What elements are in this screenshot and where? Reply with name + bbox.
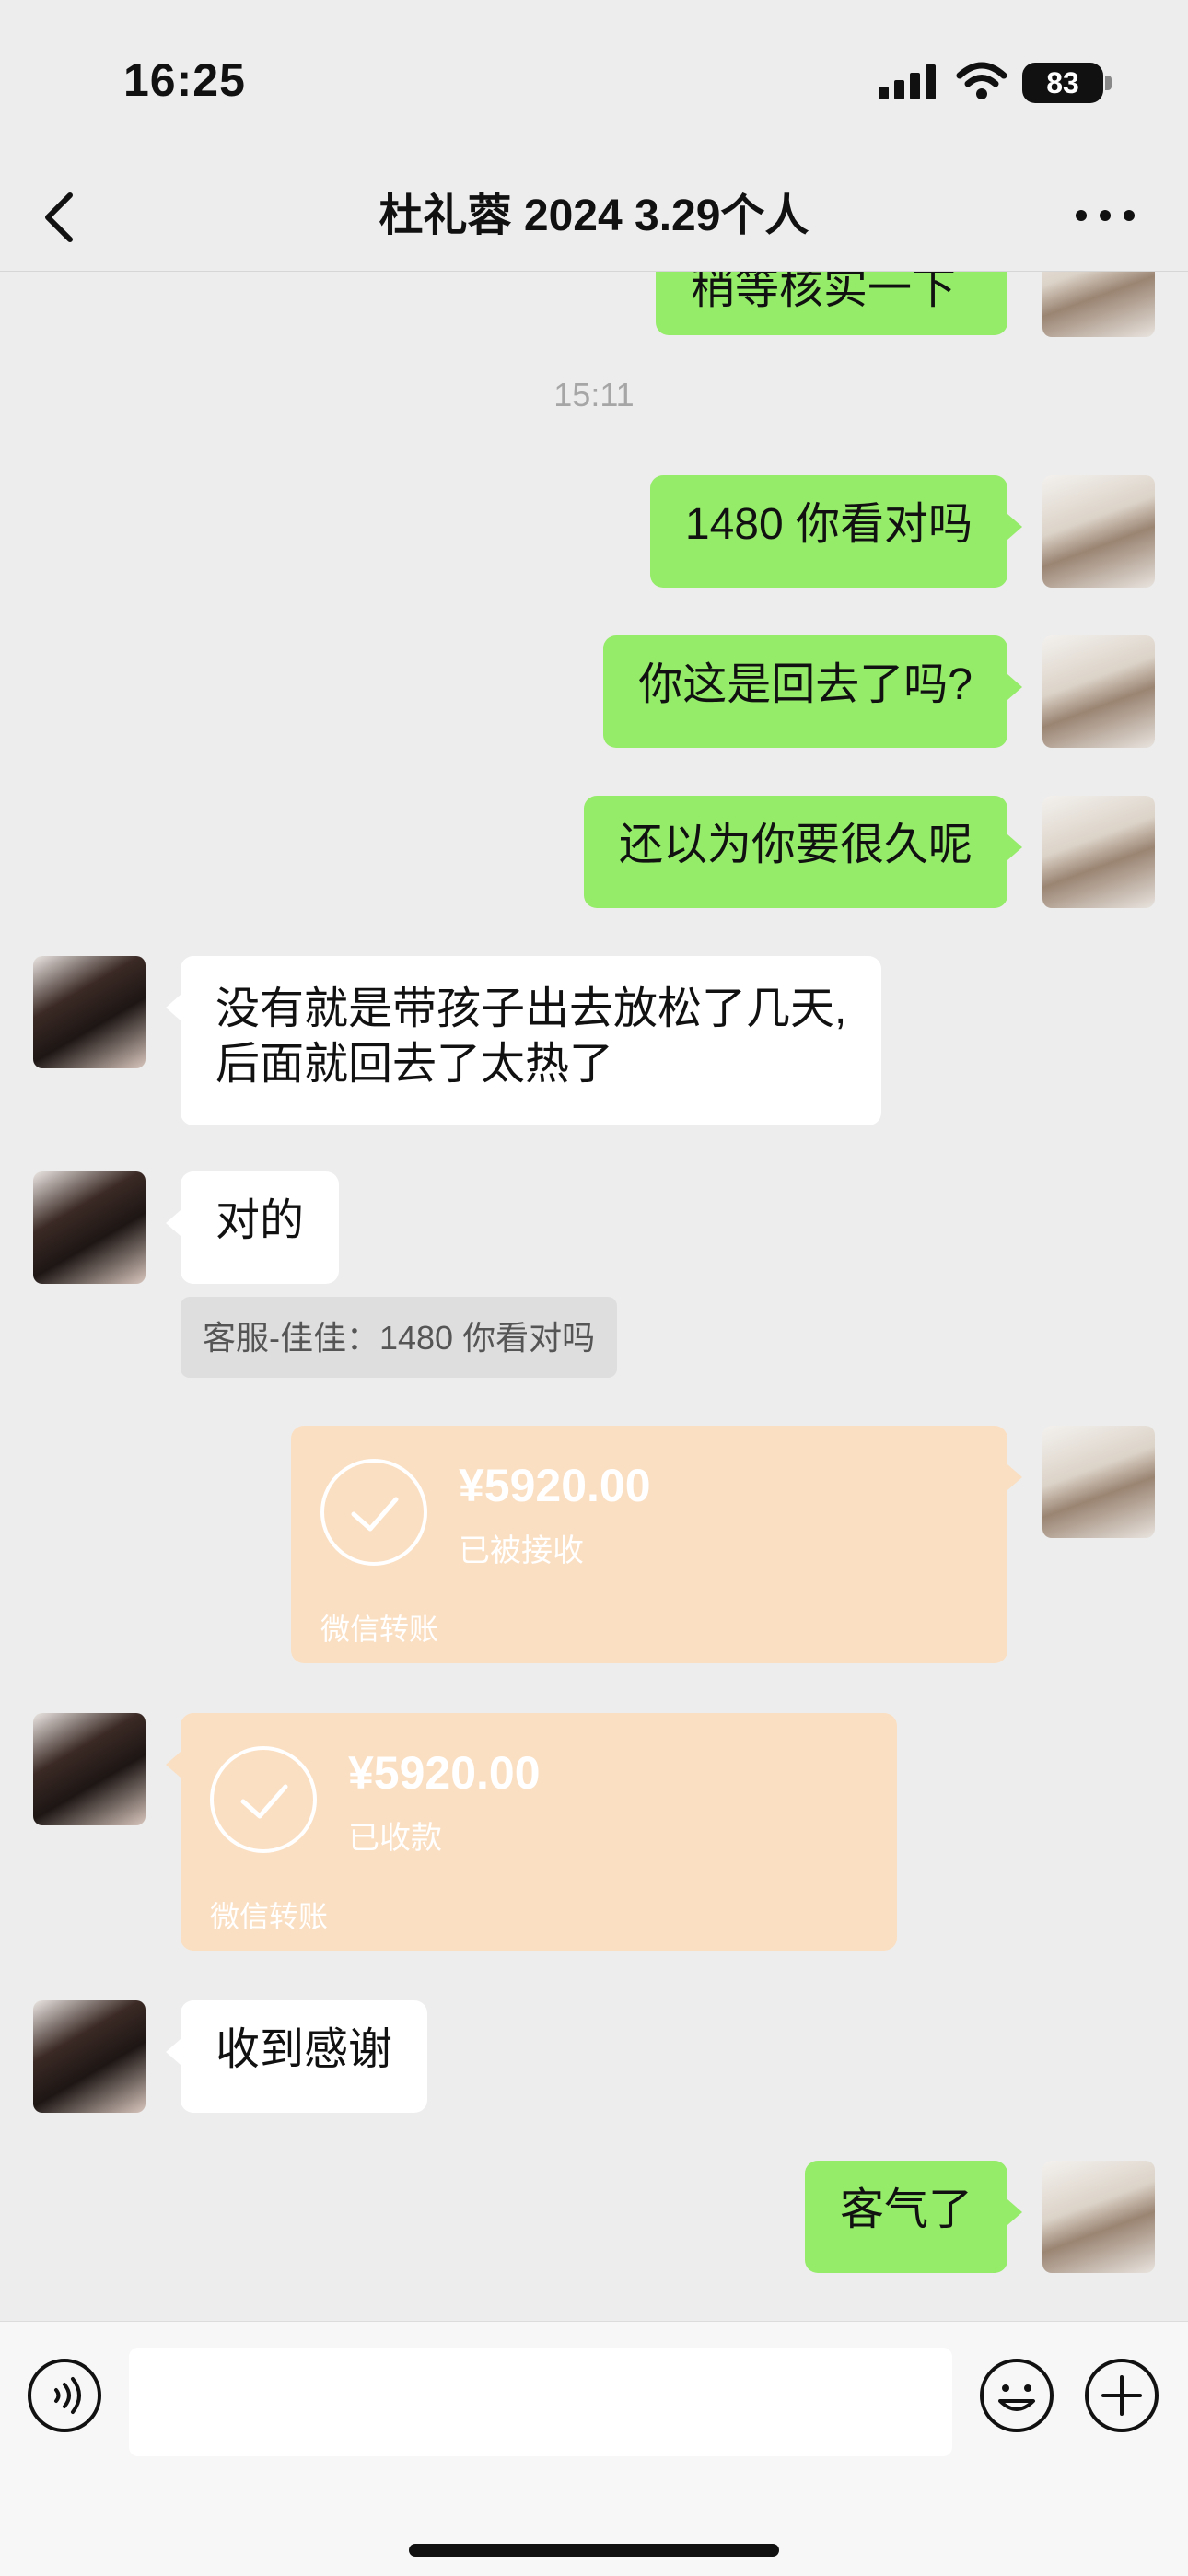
message-bubble-outgoing[interactable]: 你这是回去了吗? xyxy=(603,635,1007,748)
message-text: 1480 你看对吗 xyxy=(684,500,973,549)
message-bubble-incoming[interactable]: 对的 xyxy=(181,1171,340,1284)
bubble-tail xyxy=(1007,1464,1022,1490)
transfer-status: 已被接收 xyxy=(459,1533,584,1568)
transfer-amount: ¥5920.00 xyxy=(459,1460,651,1511)
message-text: 客气了 xyxy=(839,2186,973,2234)
avatar[interactable] xyxy=(1042,635,1155,748)
avatar[interactable] xyxy=(1042,271,1155,337)
message-text: 收到感谢 xyxy=(215,2025,393,2074)
check-icon xyxy=(320,1459,427,1566)
plus-icon[interactable] xyxy=(1083,2357,1160,2434)
avatar[interactable] xyxy=(1042,1426,1155,1538)
transfer-card-outgoing[interactable]: ¥5920.00 已被接收 微信转账 xyxy=(291,1426,1007,1663)
message-text: 你这是回去了吗? xyxy=(638,660,973,709)
bubble-tail xyxy=(1007,2199,1022,2225)
message-bubble-outgoing[interactable]: 还以为你要很久呢 xyxy=(583,796,1007,908)
avatar[interactable] xyxy=(33,956,146,1068)
message-text: 后面就回去了太热了 xyxy=(215,1040,614,1089)
transfer-status: 已收款 xyxy=(348,1821,442,1856)
bubble-tail xyxy=(1007,674,1022,700)
battery-indicator: 83 xyxy=(1022,63,1103,103)
chat-header: 杜礼蓉 2024 3.29个人 xyxy=(0,157,1188,272)
message-bubble-outgoing[interactable]: 1480 你看对吗 xyxy=(649,475,1007,588)
transfer-amount: ¥5920.00 xyxy=(348,1747,541,1799)
message-text: 没有就是带孩子出去放松了几天, xyxy=(215,985,847,1033)
home-indicator[interactable] xyxy=(409,2544,779,2557)
message-list[interactable]: 稍等核实一下 15:11 1480 你看对吗 你这是回去了吗? 还以为你要很久呢… xyxy=(0,271,1188,2321)
bubble-tail xyxy=(166,1752,181,1778)
avatar[interactable] xyxy=(1042,475,1155,588)
wifi-icon xyxy=(956,62,1007,99)
emoji-icon[interactable] xyxy=(978,2357,1055,2434)
battery-tip xyxy=(1105,76,1112,90)
status-bar: 16:25 83 xyxy=(0,0,1188,157)
message-timestamp: 15:11 xyxy=(553,376,635,414)
avatar[interactable] xyxy=(1042,796,1155,908)
message-bubble-incoming[interactable]: 没有就是带孩子出去放松了几天, 后面就回去了太热了 xyxy=(181,956,882,1125)
check-icon xyxy=(210,1746,317,1853)
bubble-tail xyxy=(1007,514,1022,540)
message-input[interactable] xyxy=(129,2348,952,2456)
message-text: 稍等核实一下 xyxy=(691,271,957,313)
bubble-tail xyxy=(1007,834,1022,860)
voice-icon[interactable] xyxy=(26,2357,103,2434)
more-icon[interactable] xyxy=(1068,188,1142,243)
message-bubble-outgoing[interactable]: 客气了 xyxy=(804,2161,1007,2273)
quoted-message[interactable]: 客服-佳佳：1480 你看对吗 xyxy=(181,1297,618,1378)
bubble-tail xyxy=(166,995,181,1020)
message-text: 还以为你要很久呢 xyxy=(618,821,973,869)
avatar[interactable] xyxy=(33,2000,146,2113)
transfer-label: 微信转账 xyxy=(210,1900,329,1933)
transfer-card-incoming[interactable]: ¥5920.00 已收款 微信转账 xyxy=(181,1713,897,1951)
input-bar xyxy=(0,2321,1188,2576)
avatar[interactable] xyxy=(33,1171,146,1284)
bubble-tail xyxy=(166,2039,181,2065)
avatar[interactable] xyxy=(33,1713,146,1825)
transfer-label: 微信转账 xyxy=(320,1613,439,1646)
chat-title: 杜礼蓉 2024 3.29个人 xyxy=(379,192,809,240)
status-time: 16:25 xyxy=(123,54,246,106)
message-bubble-outgoing[interactable]: 稍等核实一下 xyxy=(656,271,1007,335)
message-text: 对的 xyxy=(215,1196,305,1245)
avatar[interactable] xyxy=(1042,2161,1155,2273)
bubble-tail xyxy=(166,1210,181,1236)
signal-icon xyxy=(879,64,936,99)
message-bubble-incoming[interactable]: 收到感谢 xyxy=(181,2000,428,2113)
